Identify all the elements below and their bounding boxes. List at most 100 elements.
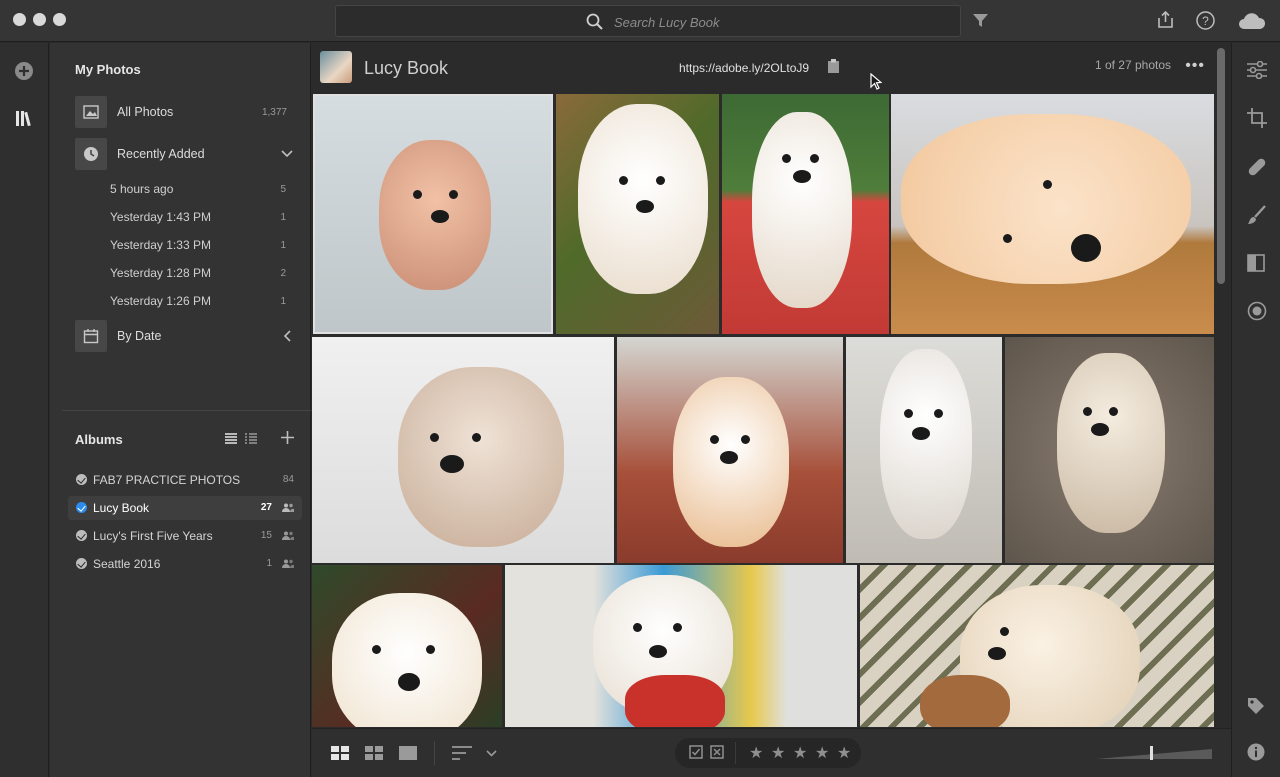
more-options-button[interactable]: ••• (1185, 57, 1205, 75)
all-photos-count: 1,377 (261, 107, 287, 118)
square-grid-view-icon[interactable] (331, 746, 349, 760)
chevron-down-icon[interactable] (281, 150, 293, 158)
clipboard-icon[interactable] (827, 59, 840, 73)
library-panel: My Photos All Photos 1,377 Recently Adde… (50, 43, 311, 777)
photo-thumbnail[interactable] (846, 337, 1002, 563)
recent-item-count: 1 (280, 212, 286, 223)
detail-list-icon[interactable] (245, 433, 257, 444)
shared-people-icon (282, 559, 294, 568)
healing-icon[interactable] (1247, 157, 1267, 177)
pick-flag-icon[interactable] (689, 745, 703, 759)
photo-thumbnail[interactable] (1005, 337, 1214, 563)
by-date-item[interactable]: By Date (75, 320, 295, 352)
photo-thumbnail[interactable] (617, 337, 843, 563)
gradient-icon[interactable] (1247, 254, 1265, 272)
panel-divider (62, 410, 311, 411)
star-2-icon[interactable]: ★ (771, 743, 785, 763)
star-5-icon[interactable]: ★ (837, 743, 851, 763)
album-label: Lucy Book (93, 501, 150, 515)
photo-thumbnail[interactable] (312, 565, 502, 727)
recent-item[interactable]: Yesterday 1:43 PM 1 (110, 210, 290, 230)
radial-icon[interactable] (1247, 301, 1267, 321)
photo-thumbnail[interactable] (313, 94, 553, 334)
close-window-button[interactable] (13, 13, 26, 26)
cloud-icon[interactable] (1238, 12, 1266, 30)
search-placeholder: Search Lucy Book (614, 15, 720, 30)
keyword-tag-icon[interactable] (1247, 697, 1265, 715)
star-3-icon[interactable]: ★ (793, 743, 807, 763)
photo-thumbnail[interactable] (312, 337, 614, 563)
calendar-icon-box (75, 320, 107, 352)
library-icon[interactable] (15, 110, 34, 127)
photo-grid-view-icon[interactable] (365, 746, 383, 760)
recently-added-label: Recently Added (117, 147, 205, 161)
add-icon[interactable] (14, 61, 34, 81)
photo-count: 1 of 27 photos (1094, 58, 1171, 72)
recent-item[interactable]: 5 hours ago 5 (110, 182, 290, 202)
shared-people-icon (282, 531, 294, 540)
albums-title: Albums (75, 432, 123, 447)
minimize-window-button[interactable] (33, 13, 46, 26)
star-1-icon[interactable]: ★ (749, 743, 763, 763)
crop-icon[interactable] (1247, 108, 1267, 128)
recent-item-label: Yesterday 1:26 PM (110, 294, 211, 308)
recent-item-count: 5 (280, 184, 286, 195)
right-edit-rail (1231, 43, 1280, 777)
info-icon[interactable] (1247, 743, 1265, 761)
share-url-link[interactable]: https://adobe.ly/2OLtoJ9 (679, 61, 809, 75)
search-input[interactable]: Search Lucy Book (335, 5, 961, 37)
synced-check-icon (76, 530, 87, 541)
add-album-icon[interactable] (281, 431, 294, 444)
recently-added-item[interactable]: Recently Added (75, 138, 295, 170)
title-bar: Search Lucy Book ? (0, 0, 1280, 42)
thumbnail-size-slider[interactable] (1096, 745, 1212, 761)
rating-divider (735, 742, 736, 764)
all-photos-item[interactable]: All Photos 1,377 (75, 96, 295, 128)
chevron-left-icon[interactable] (283, 330, 291, 342)
star-4-icon[interactable]: ★ (815, 743, 829, 763)
recent-item-count: 2 (280, 268, 286, 279)
photo-thumbnail[interactable] (891, 94, 1214, 334)
album-item[interactable]: Lucy's First Five Years 15 (68, 524, 302, 548)
share-icon[interactable] (1157, 11, 1174, 29)
clock-icon (84, 147, 98, 161)
photo-thumbnail[interactable] (556, 94, 719, 334)
album-count: 27 (260, 502, 272, 513)
album-item[interactable]: Seattle 2016 1 (68, 552, 302, 576)
list-view-icon[interactable] (225, 433, 237, 444)
image-icon (83, 105, 99, 119)
album-count: 84 (282, 474, 294, 485)
synced-check-icon (76, 474, 87, 485)
svg-text:?: ? (1202, 14, 1209, 28)
photo-icon-box (75, 96, 107, 128)
photo-thumbnail[interactable] (860, 565, 1214, 727)
recent-item-label: Yesterday 1:43 PM (110, 210, 211, 224)
album-label: FAB7 PRACTICE PHOTOS (93, 473, 241, 487)
help-icon[interactable]: ? (1196, 11, 1215, 30)
grid-scrollbar[interactable] (1217, 48, 1225, 284)
album-label: Lucy's First Five Years (93, 529, 213, 543)
photo-grid-area: Lucy Book https://adobe.ly/2OLtoJ9 1 of … (312, 43, 1231, 777)
left-icon-rail (0, 43, 49, 777)
filter-icon[interactable] (973, 14, 988, 28)
brush-icon[interactable] (1247, 205, 1267, 225)
edit-sliders-icon[interactable] (1247, 61, 1267, 79)
recent-item[interactable]: Yesterday 1:28 PM 2 (110, 266, 290, 286)
recent-item-label: 5 hours ago (110, 182, 174, 196)
album-cover-thumbnail (320, 51, 352, 83)
album-label: Seattle 2016 (93, 557, 161, 571)
recent-item[interactable]: Yesterday 1:33 PM 1 (110, 238, 290, 258)
photo-thumbnail[interactable] (722, 94, 889, 334)
sort-icon[interactable] (452, 746, 472, 760)
recent-item[interactable]: Yesterday 1:26 PM 1 (110, 294, 290, 314)
reject-flag-icon[interactable] (710, 745, 724, 759)
calendar-icon (83, 329, 99, 344)
album-item-selected[interactable]: Lucy Book 27 (68, 496, 302, 520)
chevron-down-icon[interactable] (486, 750, 497, 757)
clock-icon-box (75, 138, 107, 170)
photo-thumbnail[interactable] (505, 565, 857, 727)
album-item[interactable]: FAB7 PRACTICE PHOTOS 84 (68, 468, 302, 492)
by-date-label: By Date (117, 329, 162, 343)
detail-view-icon[interactable] (399, 746, 417, 760)
zoom-window-button[interactable] (53, 13, 66, 26)
